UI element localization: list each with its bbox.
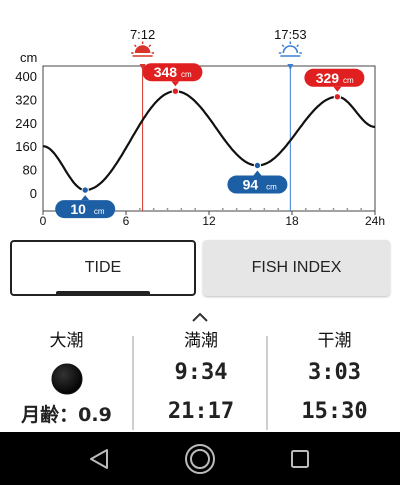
hour-dot — [180, 208, 183, 210]
recent-apps-icon[interactable] — [283, 442, 317, 476]
callout-value: 10 — [70, 201, 86, 217]
new-moon-icon — [51, 363, 83, 395]
y-tick-label: 320 — [15, 92, 37, 107]
tab-bar: TIDE FISH INDEX — [0, 238, 400, 300]
y-axis-unit: cm — [20, 50, 37, 65]
active-tab-indicator — [56, 291, 150, 296]
high-tide-time-2: 21:17 — [167, 399, 235, 424]
sunrise-icon — [131, 41, 155, 57]
back-icon[interactable] — [82, 442, 116, 476]
sunrise-time: 7:12 — [130, 27, 155, 42]
sunset-icon — [278, 41, 302, 57]
low-tide-time-2: 15:30 — [301, 399, 368, 424]
callout-unit: cm — [343, 76, 354, 85]
y-tick-label: 400 — [15, 69, 37, 84]
y-tick-label: 0 — [30, 186, 37, 201]
tab-tide[interactable]: TIDE — [10, 240, 196, 296]
high-tide-title: 満潮 — [184, 331, 218, 351]
moon-column: 大潮 月齢：0.9 — [0, 330, 133, 432]
hour-dot — [249, 208, 252, 210]
hour-dot — [277, 208, 280, 210]
x-tick-label: 6 — [123, 214, 130, 228]
tide-chart: cm4003202401608000 6 12 18 24h7:12 17:5310 cm3… — [15, 27, 385, 228]
high-tide-point — [171, 87, 180, 95]
tab-tide-label: TIDE — [84, 259, 122, 276]
high-tide-time-1: 9:34 — [174, 360, 228, 385]
tab-fish-index-label: FISH INDEX — [251, 259, 342, 276]
high-tide-column: 満潮 9:34 21:17 — [135, 330, 267, 432]
x-tick-label: 12 — [202, 214, 216, 228]
hour-dot — [166, 208, 169, 210]
hour-dot — [235, 208, 238, 210]
y-tick-label: 160 — [15, 139, 37, 154]
high-tide-point — [333, 93, 342, 101]
x-tick-label: 24h — [365, 214, 385, 228]
hour-dot — [263, 208, 266, 210]
column-divider — [132, 336, 134, 430]
tide-type-label: 大潮 — [49, 331, 84, 351]
y-tick-label: 240 — [15, 116, 37, 131]
hour-dot — [346, 208, 349, 210]
hour-dot — [194, 208, 197, 210]
sunset-time: 17:53 — [274, 27, 307, 42]
low-tide-column: 干潮 3:03 15:30 — [269, 330, 400, 432]
tab-fish-index[interactable]: FISH INDEX — [203, 240, 390, 296]
hour-dot — [304, 208, 307, 210]
column-divider — [266, 336, 268, 430]
y-tick-label: 80 — [23, 163, 37, 178]
chevron-up-icon[interactable] — [190, 311, 210, 323]
hour-dot — [360, 208, 363, 210]
low-tide-time-1: 3:03 — [308, 360, 361, 385]
moon-age: 月齢：0.9 — [21, 404, 112, 426]
hour-dot — [221, 208, 224, 210]
callout-unit: cm — [181, 70, 192, 79]
hour-dot — [152, 208, 155, 210]
hour-dot — [138, 208, 141, 210]
low-tide-point — [253, 161, 262, 170]
callout-value: 94 — [243, 177, 259, 193]
low-tide-point — [81, 186, 89, 194]
x-tick-label: 18 — [285, 214, 299, 228]
callout-value: 348 — [154, 64, 178, 80]
tide-info-panel: 大潮 月齢：0.9 満潮 9:34 21:17 干潮 3:03 15:30 — [0, 330, 400, 432]
hour-dot — [318, 208, 321, 210]
hour-dot — [332, 208, 335, 210]
low-tide-title: 干潮 — [317, 331, 352, 351]
callout-unit: cm — [266, 183, 277, 192]
x-tick-label: 0 — [40, 214, 47, 228]
callout-unit: cm — [94, 207, 105, 216]
home-icon[interactable] — [183, 442, 217, 476]
callout-value: 329 — [316, 70, 340, 86]
system-nav-bar — [0, 432, 400, 485]
